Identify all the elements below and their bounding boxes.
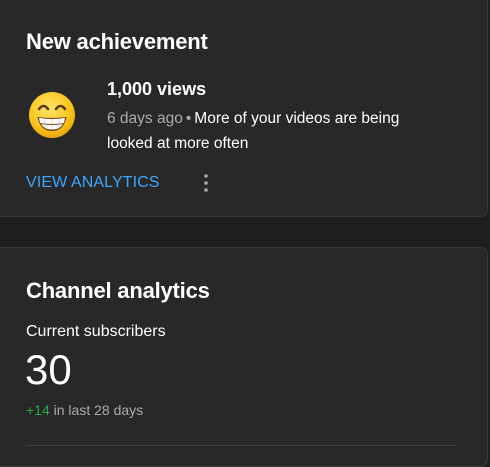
channel-analytics-title: Channel analytics [26,278,210,303]
achievement-card: New achievement 1,000 views 6 days ago • M… [0,0,488,217]
channel-analytics-card: Channel analytics Current subscribers 30… [0,247,488,467]
subscribers-change: +14 in last 28 days [26,402,143,418]
subscribers-change-period: in last 28 days [53,402,144,418]
current-subscribers-label: Current subscribers [26,323,166,340]
achievement-body: 6 days ago • More of your videos are being… [107,106,447,156]
divider [26,445,457,446]
subscribers-count: 30 [25,346,72,393]
grinning-face-icon [29,92,75,138]
separator-dot: • [185,110,192,127]
more-options-button[interactable] [196,171,216,195]
achievement-heading: 1,000 views [107,79,207,99]
more-vertical-icon [204,174,208,192]
subscribers-delta: +14 [26,402,50,418]
achievement-time: 6 days ago [107,110,183,127]
view-analytics-button[interactable]: VIEW ANALYTICS [26,174,160,192]
achievement-card-title: New achievement [26,29,208,54]
